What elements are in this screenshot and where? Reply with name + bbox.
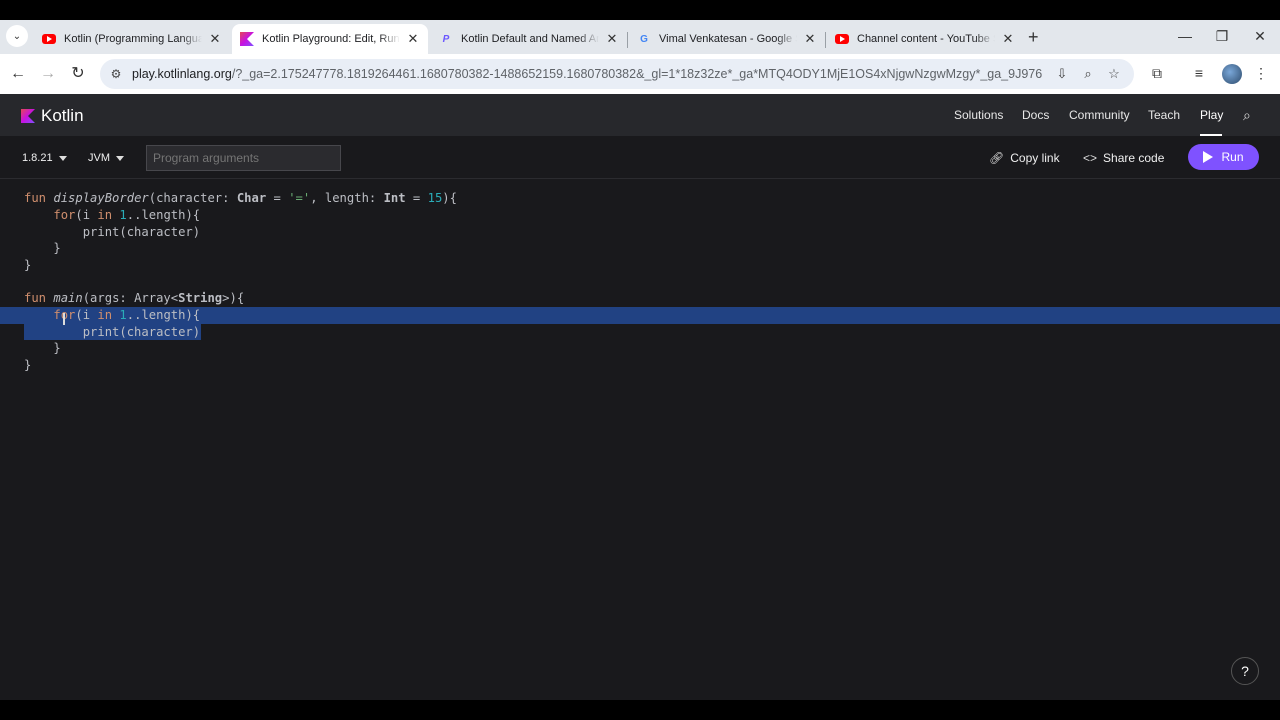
browser-tab-active[interactable]: Kotlin Playground: Edit, Run, Sh ✕ <box>232 24 428 54</box>
screen: ⌄ Kotlin (Programming Language ✕ Kotlin … <box>0 0 1280 720</box>
media-control-icon[interactable]: ≡ <box>1190 65 1208 81</box>
nav-play[interactable]: Play <box>1200 108 1223 122</box>
close-icon[interactable]: ✕ <box>208 31 222 47</box>
back-icon[interactable]: ← <box>8 64 28 84</box>
target-select[interactable]: JVM <box>88 152 124 164</box>
run-button[interactable]: Run <box>1188 144 1259 170</box>
browser-tab[interactable]: Channel content - YouTube Stu ✕ <box>827 24 1023 54</box>
site-header: Kotlin Solutions Docs Community Teach Pl… <box>0 94 1280 136</box>
nav-docs[interactable]: Docs <box>1022 108 1049 122</box>
url-text[interactable]: play.kotlinlang.org/?_ga=2.175247778.181… <box>132 67 1042 81</box>
youtube-icon <box>835 32 849 46</box>
install-app-icon[interactable]: ⇩ <box>1054 66 1070 82</box>
address-bar[interactable]: ⚙ play.kotlinlang.org/?_ga=2.175247778.1… <box>100 59 1134 89</box>
zoom-icon[interactable]: ⌕ <box>1080 66 1096 82</box>
tab-divider <box>825 32 826 48</box>
text-cursor <box>63 313 65 325</box>
tab-divider <box>627 32 628 48</box>
close-icon[interactable]: ✕ <box>605 31 619 47</box>
code-line: } <box>24 358 32 372</box>
play-icon <box>1203 151 1214 163</box>
version-select[interactable]: 1.8.21 <box>22 152 67 164</box>
window-close-icon[interactable]: ✕ <box>1250 28 1270 45</box>
code-icon: <> <box>1083 151 1098 165</box>
browser-tab[interactable]: P Kotlin Default and Named Argu ✕ <box>431 24 627 54</box>
program-arguments-input[interactable] <box>146 145 341 171</box>
logo-text: Kotlin <box>41 106 84 125</box>
code-line: fun main(args: Array<String>){ <box>24 291 245 305</box>
code-line: } <box>24 258 32 272</box>
copy-link-button[interactable]: 🔗︎ Copy link <box>989 151 1060 165</box>
code-line: for(i in 1..length){ <box>53 308 201 322</box>
youtube-icon <box>42 32 56 46</box>
playground-controls: 1.8.21 JVM 🔗︎Copy link <>Share code Run <box>0 136 1280 179</box>
code-line: } <box>24 341 61 355</box>
google-icon: G <box>640 33 648 45</box>
code-line: print(character) <box>24 325 201 339</box>
help-button[interactable]: ? <box>1231 657 1259 685</box>
kotlin-icon <box>240 32 254 46</box>
nav-solutions[interactable]: Solutions <box>954 108 1003 122</box>
minimize-icon[interactable]: — <box>1175 28 1195 44</box>
code-line: fun displayBorder(character: Char = '=',… <box>24 191 457 205</box>
site-info-icon[interactable]: ⚙ <box>108 67 124 81</box>
tab-search-icon[interactable]: ⌄ <box>6 25 28 47</box>
tab-title: Kotlin Default and Named Argu <box>461 33 599 45</box>
menu-icon[interactable]: ⋮ <box>1252 65 1270 82</box>
letterbox-top <box>0 0 1280 20</box>
tab-title: Kotlin (Programming Language <box>64 33 202 45</box>
code-line: print(character) <box>24 225 201 239</box>
kotlin-icon <box>21 109 35 123</box>
browser-tab[interactable]: G Vimal Venkatesan - Google Sea ✕ <box>629 24 825 54</box>
new-tab-icon[interactable]: + <box>1028 27 1039 48</box>
share-code-button[interactable]: <> Share code <box>1083 151 1164 165</box>
restore-icon[interactable]: ❐ <box>1212 28 1232 45</box>
chevron-down-icon <box>116 155 124 161</box>
forward-icon[interactable]: → <box>38 64 58 84</box>
nav-teach[interactable]: Teach <box>1148 108 1180 122</box>
close-icon[interactable]: ✕ <box>406 31 420 47</box>
p-icon: P <box>442 33 450 45</box>
chevron-down-icon <box>58 155 67 161</box>
code-editor[interactable]: fun displayBorder(character: Char = '=',… <box>0 180 1280 700</box>
letterbox-bottom <box>0 700 1280 720</box>
tab-title: Channel content - YouTube Stu <box>857 33 995 45</box>
browser-tab-strip: ⌄ Kotlin (Programming Language ✕ Kotlin … <box>0 20 1280 54</box>
extensions-icon[interactable]: ⧉ <box>1148 65 1166 82</box>
link-icon: 🔗︎ <box>989 151 1005 165</box>
code-line: for(i in 1..length){ <box>53 208 201 222</box>
code-line: } <box>24 241 61 255</box>
reload-icon[interactable]: ↻ <box>68 64 88 84</box>
close-icon[interactable]: ✕ <box>1001 31 1015 47</box>
bookmark-star-icon[interactable]: ☆ <box>1106 66 1122 82</box>
profile-avatar[interactable] <box>1222 64 1242 84</box>
close-icon[interactable]: ✕ <box>803 31 817 47</box>
browser-tab[interactable]: Kotlin (Programming Language ✕ <box>34 24 230 54</box>
browser-toolbar: ← → ↻ ⚙ play.kotlinlang.org/?_ga=2.17524… <box>0 54 1280 94</box>
nav-community[interactable]: Community <box>1069 108 1130 122</box>
tab-title: Kotlin Playground: Edit, Run, Sh <box>262 33 400 45</box>
search-icon[interactable]: ⌕ <box>1243 107 1251 124</box>
tab-title: Vimal Venkatesan - Google Sea <box>659 33 797 45</box>
kotlin-logo[interactable]: Kotlin <box>21 106 84 126</box>
